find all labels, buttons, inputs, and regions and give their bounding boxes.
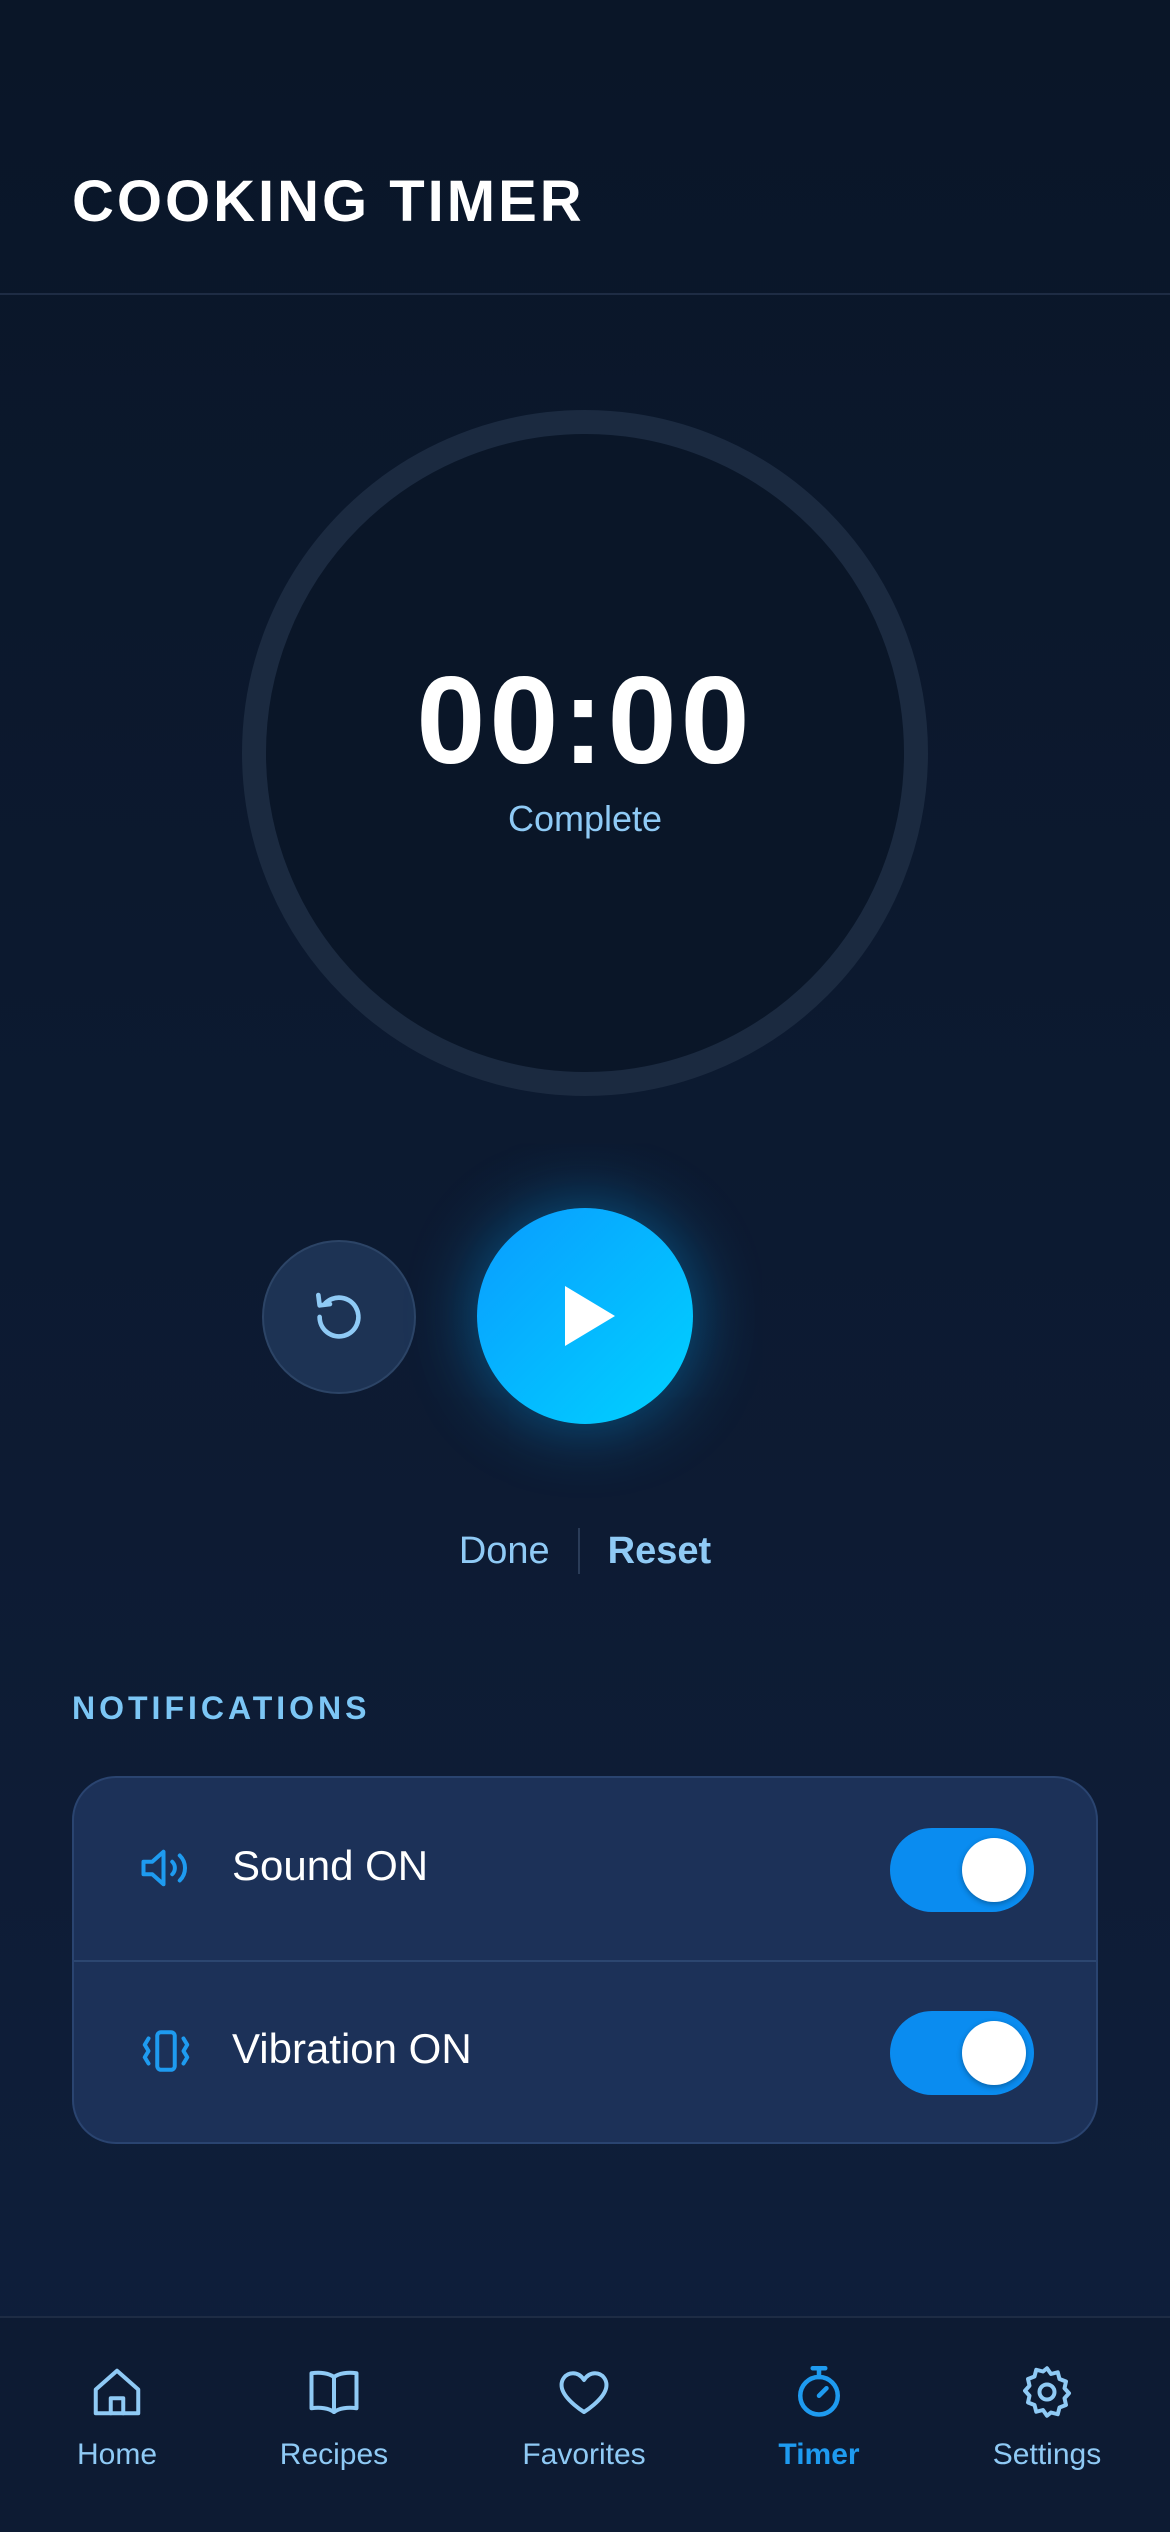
reset-button[interactable]: Reset — [608, 1530, 712, 1573]
tab-recipes[interactable]: Recipes — [217, 2318, 451, 2532]
play-button[interactable] — [477, 1208, 693, 1424]
actions-divider — [577, 1528, 580, 1574]
home-icon — [93, 2368, 141, 2416]
book-icon — [309, 2370, 359, 2414]
sound-toggle[interactable] — [890, 1828, 1034, 1912]
tab-timer-label: Timer — [778, 2438, 860, 2471]
tab-favorites[interactable]: Favorites — [467, 2318, 701, 2532]
tab-timer[interactable]: Timer — [702, 2318, 936, 2532]
tab-home-label: Home — [76, 2438, 158, 2471]
app-header: COOKING TIMER — [0, 0, 1170, 295]
page-title: COOKING TIMER — [72, 169, 585, 234]
sound-label: Sound ON — [232, 1842, 429, 1889]
timer-status-label: Complete — [507, 798, 663, 839]
heart-icon — [559, 2371, 609, 2414]
gear-icon — [1023, 2366, 1071, 2418]
restart-button[interactable] — [262, 1240, 416, 1394]
vibration-toggle[interactable] — [890, 2011, 1034, 2095]
done-button[interactable]: Done — [459, 1530, 550, 1573]
vibration-label: Vibration ON — [232, 2025, 472, 2072]
restart-icon — [316, 1292, 361, 1339]
tab-settings-label: Settings — [992, 2438, 1102, 2471]
vibration-icon — [142, 2030, 190, 2072]
tab-settings[interactable]: Settings — [930, 2318, 1164, 2532]
stopwatch-icon — [798, 2366, 840, 2417]
tab-recipes-label: Recipes — [279, 2438, 389, 2471]
sound-toggle-knob — [962, 1838, 1026, 1902]
bottom-tab-bar: Home Recipes Favorites Timer Settings — [0, 2316, 1170, 2532]
notifications-card: Sound ON Vibration ON — [72, 1776, 1098, 2144]
tab-home[interactable]: Home — [0, 2318, 234, 2532]
timer-actions: Done Reset — [0, 1528, 1170, 1574]
speaker-icon — [141, 1849, 187, 1887]
vibration-toggle-knob — [962, 2021, 1026, 2085]
notification-row-sound: Sound ON — [74, 1778, 1096, 1962]
notification-row-vibration: Vibration ON — [74, 1961, 1096, 2142]
timer-display: 00:00 — [416, 652, 754, 790]
play-icon — [565, 1286, 615, 1346]
tab-favorites-label: Favorites — [522, 2438, 646, 2471]
notifications-section-label: NOTIFICATIONS — [72, 1690, 371, 1726]
